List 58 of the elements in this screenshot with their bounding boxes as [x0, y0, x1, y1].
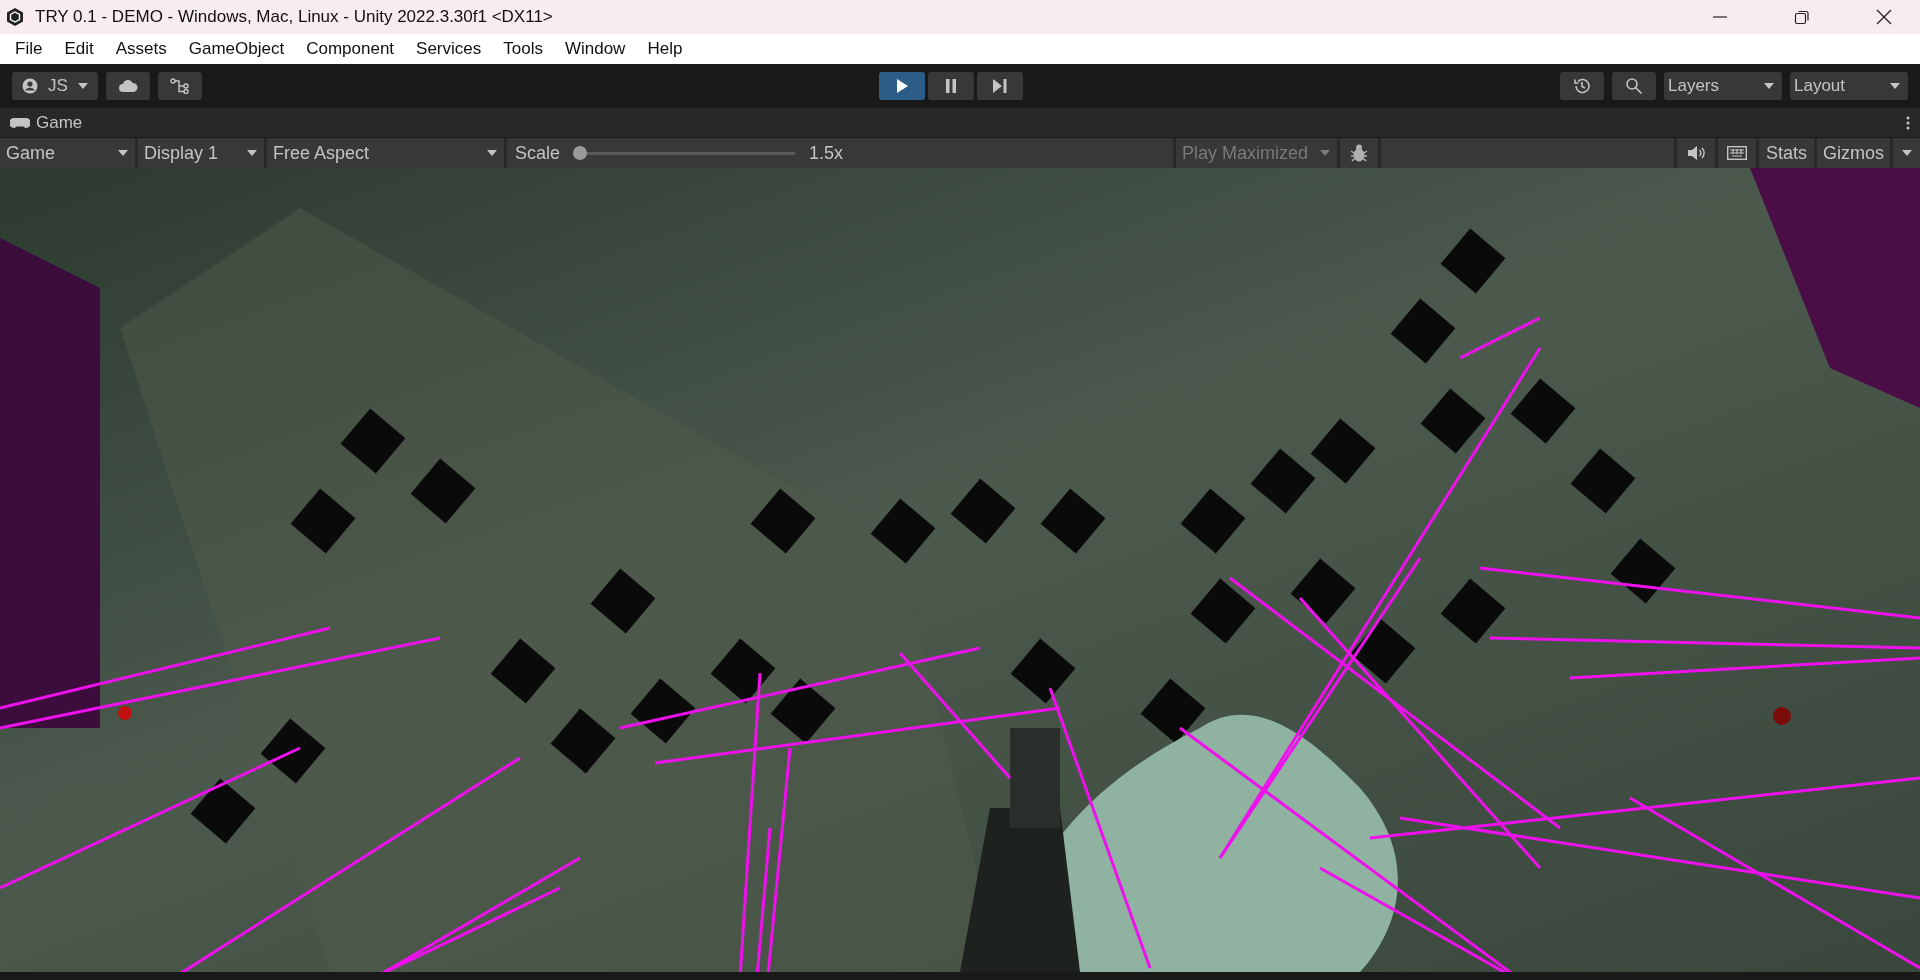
cube-logo-icon [5, 7, 25, 27]
close-icon[interactable] [1876, 9, 1892, 25]
account-dropdown[interactable]: JS [12, 72, 98, 100]
caret-icon [118, 150, 128, 156]
search-icon [1625, 77, 1643, 95]
menu-item[interactable]: GameObject [177, 39, 296, 59]
debug-button[interactable] [1340, 138, 1378, 168]
gamepad-icon [10, 116, 30, 129]
menu-item[interactable]: Window [553, 39, 637, 59]
layout-dropdown[interactable]: Layout [1790, 72, 1908, 100]
user-icon [22, 78, 39, 94]
scale-value: 1.5x [809, 142, 844, 164]
stats-button[interactable]: Stats [1759, 138, 1814, 168]
display-dropdown[interactable]: Display 1 [138, 138, 264, 168]
menu-item[interactable]: Services [405, 39, 493, 59]
caret-icon [1764, 83, 1774, 89]
pause-icon [945, 79, 957, 93]
speaker-icon [1687, 146, 1705, 160]
play-button[interactable] [879, 72, 925, 100]
pause-button[interactable] [928, 72, 974, 100]
keyboard-button[interactable] [1718, 138, 1756, 168]
caret-icon [1320, 150, 1330, 156]
cloud-icon [118, 79, 138, 93]
step-forward-icon [993, 79, 1007, 93]
caret-icon [1901, 150, 1912, 156]
slider-thumb[interactable] [573, 146, 588, 160]
keyboard-icon [1727, 146, 1747, 160]
gizmos-button[interactable]: Gizmos [1817, 138, 1890, 168]
search-button[interactable] [1612, 72, 1656, 100]
bug-icon [1349, 143, 1369, 163]
caret-icon [1890, 83, 1900, 89]
restore-icon[interactable] [1794, 9, 1810, 25]
caret-icon [487, 150, 497, 156]
gizmos-menu-button[interactable] [1893, 138, 1920, 168]
history-button[interactable] [1560, 72, 1604, 100]
cloud-button[interactable] [106, 72, 150, 100]
menu-item[interactable]: Edit [53, 39, 105, 59]
caret-icon [77, 83, 88, 89]
more-options-icon[interactable] [1906, 115, 1910, 130]
view-dropdown[interactable]: Game [0, 138, 135, 168]
menu-item[interactable]: Assets [104, 39, 178, 59]
caret-icon [247, 150, 257, 156]
window-title: TRY 0.1 - DEMO - Windows, Mac, Linux - Unity 2022.3.30f1 <DX11> [35, 7, 553, 27]
layers-dropdown[interactable]: Layers [1664, 72, 1782, 100]
play-icon [896, 79, 908, 93]
audio-button[interactable] [1677, 138, 1715, 168]
aspect-dropdown[interactable]: Free Aspect [267, 138, 504, 168]
menu-item[interactable]: Tools [492, 39, 554, 59]
branch-nodes-icon [170, 78, 190, 94]
version-control-button[interactable] [158, 72, 202, 100]
game-tab[interactable]: Game [10, 112, 83, 133]
history-icon [1573, 77, 1591, 95]
menu-item[interactable]: Component [295, 39, 406, 59]
menu-item[interactable]: File [4, 39, 54, 59]
step-button[interactable] [977, 72, 1023, 100]
search-field[interactable] [1381, 138, 1674, 168]
scale-label: Scale [515, 142, 561, 164]
menu-item[interactable]: Help [636, 39, 694, 59]
